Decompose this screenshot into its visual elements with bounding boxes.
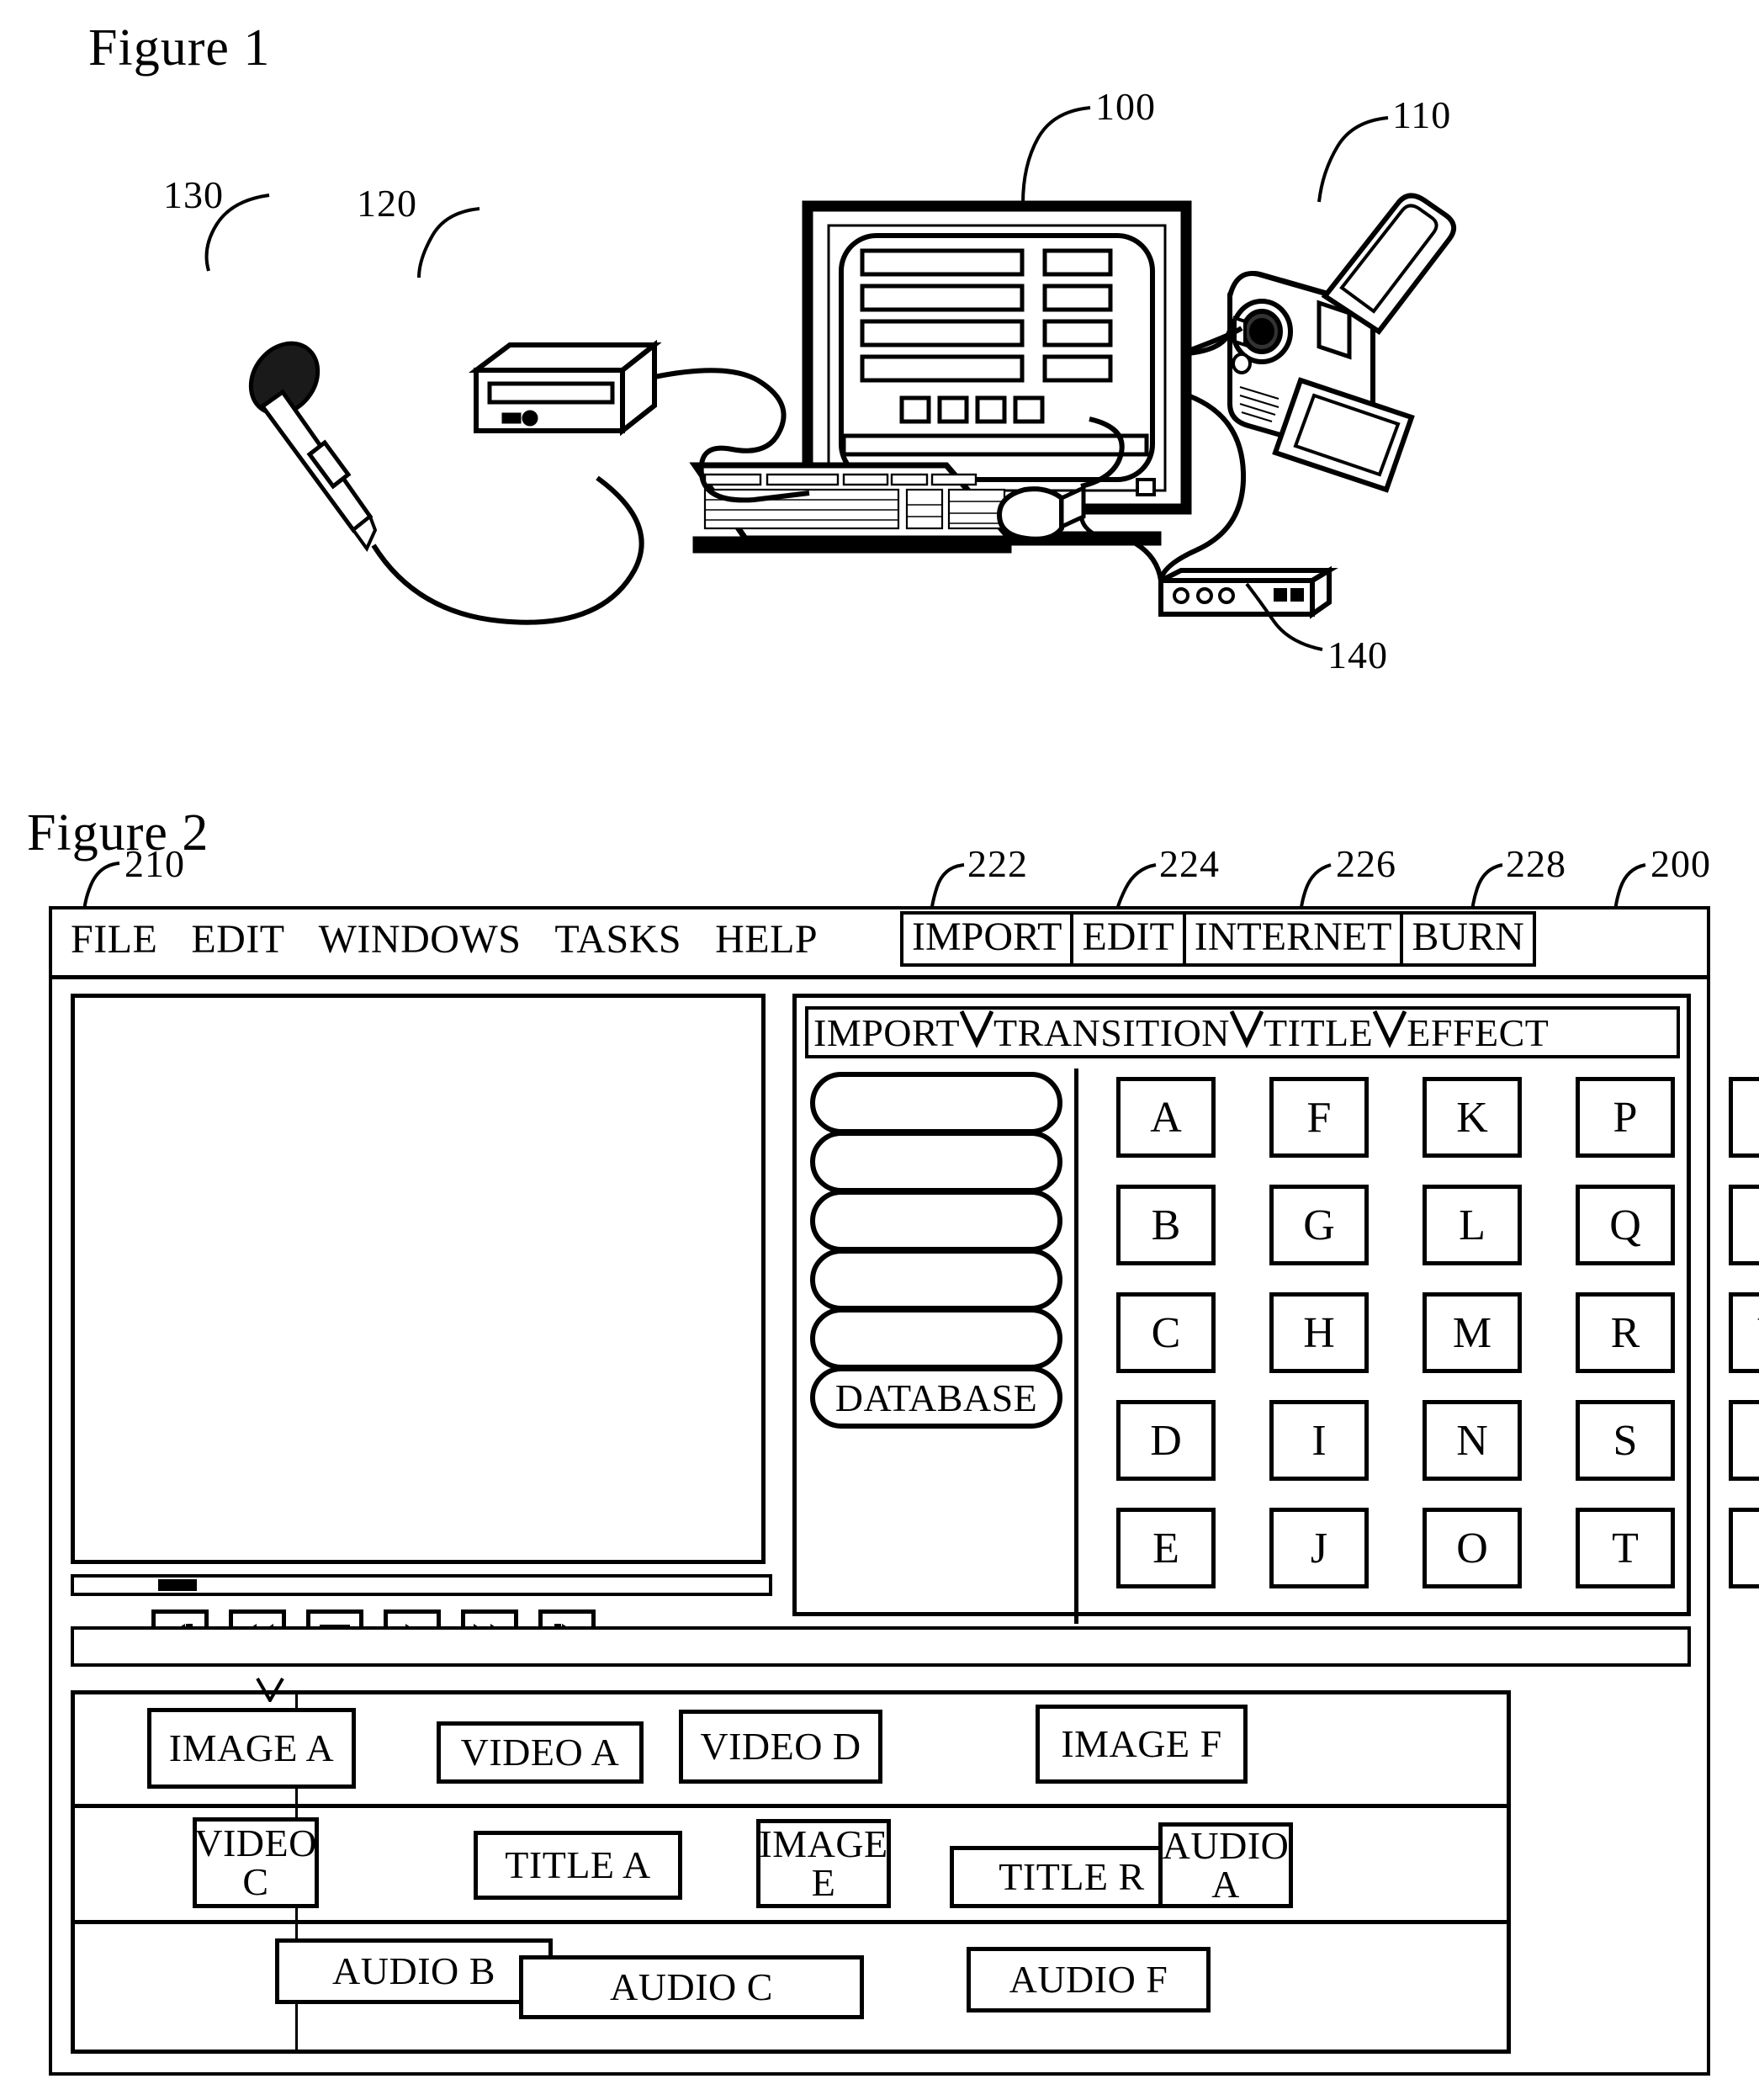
timeline-panel: IMAGE A VIDEO A VIDEO D IMAGE F VIDEO C … [71, 1690, 1511, 2054]
tab-import[interactable]: IMPORT [808, 1010, 960, 1055]
menu-item-file[interactable]: FILE [71, 916, 157, 962]
ref-210: 210 [125, 842, 185, 885]
grid-cell[interactable]: B [1116, 1185, 1216, 1265]
grid-cell[interactable]: I [1269, 1400, 1369, 1481]
timeline-clip[interactable]: VIDEO A [437, 1721, 644, 1784]
toolbar-button-group: IMPORT EDIT INTERNET BURN [900, 911, 1536, 968]
timeline-clip[interactable]: AUDIO B [275, 1938, 553, 2004]
tab-divider-notch-1 [960, 1010, 994, 1055]
tab-strip: IMPORT TRANSITION TITLE EFFECT [805, 1006, 1680, 1058]
database-item[interactable] [810, 1190, 1062, 1252]
timeline-clip[interactable]: TITLE R [950, 1846, 1194, 1908]
track-separator [75, 1920, 1507, 1924]
menu-bar-divider [52, 975, 1707, 979]
timeline-clip[interactable]: VIDEO D [679, 1710, 882, 1784]
grid-cell[interactable]: V [1729, 1185, 1759, 1265]
grid-cell[interactable]: R [1576, 1292, 1675, 1373]
panel-vertical-divider [1074, 1069, 1078, 1624]
grid-cell[interactable]: S [1576, 1400, 1675, 1481]
ref-110: 110 [1392, 93, 1452, 136]
ref-222: 222 [967, 842, 1028, 885]
menu-item-windows[interactable]: WINDOWS [319, 916, 522, 962]
grid-cell[interactable]: X [1729, 1400, 1759, 1481]
status-bar [71, 1626, 1691, 1667]
toolbar-button-edit[interactable]: EDIT [1070, 911, 1186, 968]
grid-cell[interactable]: M [1423, 1292, 1522, 1373]
grid-cell[interactable]: H [1269, 1292, 1369, 1373]
timeline-clip[interactable]: TITLE A [474, 1831, 682, 1900]
database-item[interactable] [810, 1307, 1062, 1370]
playback-scrubber[interactable] [71, 1574, 772, 1596]
database-item[interactable] [810, 1072, 1062, 1134]
grid-cell[interactable]: J [1269, 1508, 1369, 1588]
grid-cell[interactable]: O [1423, 1508, 1522, 1588]
timeline-clip[interactable]: AUDIO F [967, 1947, 1211, 2012]
menu-item-help[interactable]: HELP [715, 916, 818, 962]
grid-cell[interactable]: T [1576, 1508, 1675, 1588]
toolbar-button-burn[interactable]: BURN [1400, 911, 1536, 968]
ref-200: 200 [1650, 842, 1711, 885]
grid-cell[interactable]: Q [1576, 1185, 1675, 1265]
menu-bar: FILE EDIT WINDOWS TASKS HELP IMPORT EDIT… [52, 909, 1707, 975]
figure-1-drawing [0, 0, 1759, 841]
timeline-clip[interactable]: IMAGE E [756, 1819, 891, 1908]
tab-transition[interactable]: TRANSITION [993, 1010, 1230, 1055]
grid-cell[interactable]: N [1423, 1400, 1522, 1481]
toolbar-button-internet[interactable]: INTERNET [1182, 911, 1404, 968]
toolbar-button-import[interactable]: IMPORT [900, 911, 1074, 968]
timeline-clip[interactable]: IMAGE A [147, 1708, 356, 1789]
grid-cell[interactable]: D [1116, 1400, 1216, 1481]
tab-divider-notch-3 [1373, 1010, 1407, 1055]
scrubber-thumb[interactable] [158, 1579, 197, 1591]
ref-226: 226 [1336, 842, 1396, 885]
grid-cell[interactable]: W [1729, 1292, 1759, 1373]
tab-title[interactable]: TITLE [1264, 1010, 1373, 1055]
menu-items-group: FILE EDIT WINDOWS TASKS HELP [71, 916, 818, 962]
media-thumbnail-grid: A F K P U B G L Q V C H M R W D I N S X [1116, 1077, 1759, 1588]
grid-cell[interactable]: E [1116, 1508, 1216, 1588]
ref-120: 120 [357, 182, 417, 225]
grid-cell[interactable]: U [1729, 1077, 1759, 1158]
ref-140: 140 [1327, 634, 1388, 676]
ref-224: 224 [1159, 842, 1220, 885]
preview-panel [71, 994, 766, 1564]
grid-cell[interactable]: F [1269, 1077, 1369, 1158]
figure-1-title: Figure 1 [88, 19, 271, 77]
menu-item-tasks[interactable]: TASKS [554, 916, 681, 962]
grid-cell[interactable]: C [1116, 1292, 1216, 1373]
tab-divider-notch-2 [1230, 1010, 1264, 1055]
grid-cell[interactable]: A [1116, 1077, 1216, 1158]
timeline-clip[interactable]: AUDIO A [1158, 1822, 1293, 1908]
timeline-clip[interactable]: IMAGE F [1036, 1705, 1248, 1784]
grid-cell[interactable]: G [1269, 1185, 1369, 1265]
database-item[interactable] [810, 1249, 1062, 1311]
ref-130: 130 [163, 173, 224, 216]
figure-1-leaders [0, 0, 1759, 841]
timeline-clip[interactable]: AUDIO C [519, 1955, 864, 2019]
track-separator [75, 1804, 1507, 1808]
application-window: FILE EDIT WINDOWS TASKS HELP IMPORT EDIT… [49, 906, 1759, 2076]
database-item[interactable] [810, 1131, 1062, 1193]
grid-cell[interactable]: L [1423, 1185, 1522, 1265]
panel-content: DATABASE A F K P U B G L Q V C H M R W D [805, 1069, 1759, 1624]
ref-100: 100 [1095, 85, 1156, 128]
grid-cell[interactable]: P [1576, 1077, 1675, 1158]
media-browser-panel: IMPORT TRANSITION TITLE EFFECT DATABASE [792, 994, 1759, 1624]
grid-cell[interactable]: K [1423, 1077, 1522, 1158]
database-item-database[interactable]: DATABASE [810, 1366, 1062, 1429]
grid-cell[interactable]: Y [1729, 1508, 1759, 1588]
ref-228: 228 [1506, 842, 1566, 885]
database-list: DATABASE [810, 1072, 1062, 1429]
menu-item-edit[interactable]: EDIT [191, 916, 284, 962]
playhead-marker-icon [256, 1677, 284, 1702]
tab-effect[interactable]: EFFECT [1407, 1010, 1549, 1055]
timeline-clip[interactable]: VIDEO C [193, 1817, 319, 1908]
